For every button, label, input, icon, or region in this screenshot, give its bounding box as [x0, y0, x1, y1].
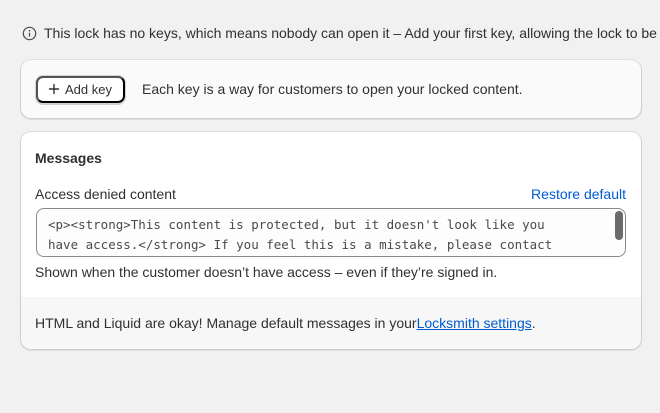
add-key-label: Add key: [65, 81, 112, 97]
plus-icon: [48, 83, 60, 95]
no-keys-notice-text: This lock has no keys, which means nobod…: [44, 25, 657, 41]
restore-default-link[interactable]: Restore default: [531, 186, 626, 202]
access-denied-label: Access denied content: [35, 186, 176, 202]
access-denied-textarea[interactable]: <p><strong>This content is protected, bu…: [36, 208, 626, 257]
info-icon: [22, 26, 37, 40]
messages-card: Messages Access denied content Restore d…: [21, 132, 641, 349]
access-denied-textarea-value[interactable]: <p><strong>This content is protected, bu…: [48, 215, 603, 255]
textarea-scrollbar[interactable]: [615, 211, 623, 240]
footer-suffix: .: [531, 315, 536, 331]
keys-card: Add key Each key is a way for customers …: [21, 60, 641, 118]
messages-footer: HTML and Liquid are okay! Manage default…: [21, 297, 641, 349]
keys-description: Each key is a way for customers to open …: [141, 81, 523, 97]
footer-text: HTML and Liquid are okay! Manage default…: [35, 315, 417, 331]
locksmith-settings-link[interactable]: Locksmith settings: [417, 315, 532, 331]
add-key-button[interactable]: Add key: [36, 75, 125, 103]
messages-title: Messages: [35, 150, 102, 166]
access-denied-help-text: Shown when the customer doesn’t have acc…: [35, 264, 498, 280]
no-keys-notice: This lock has no keys, which means nobod…: [22, 22, 660, 44]
